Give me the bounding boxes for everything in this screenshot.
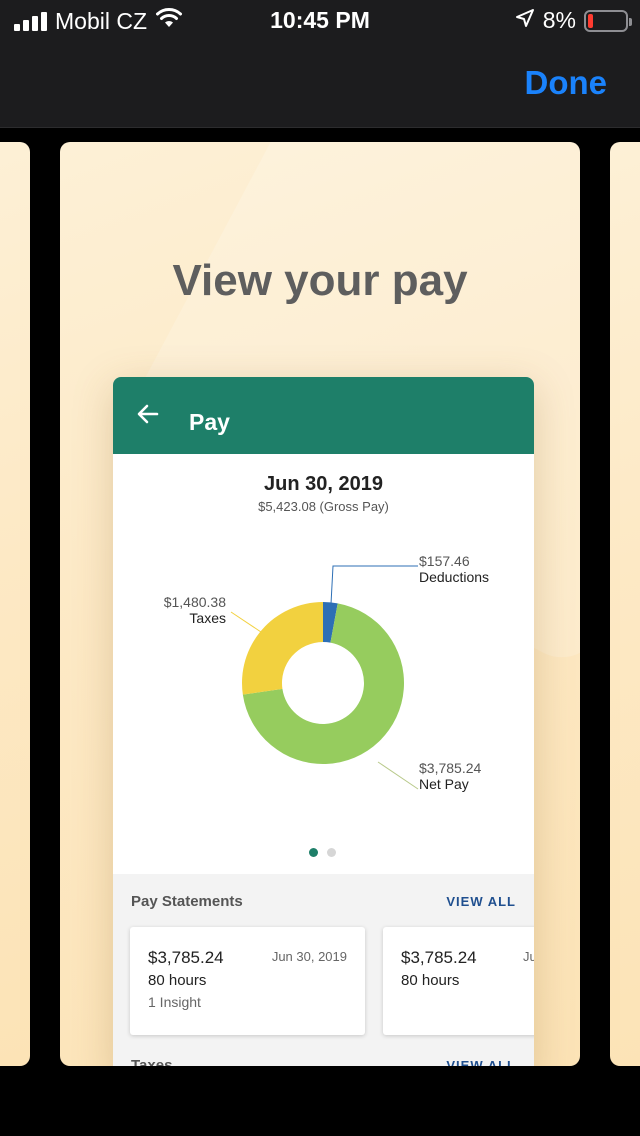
current-slide: View your pay Pay Jun 30, 2019 $5,423.08… xyxy=(60,142,580,1066)
pay-statements-section: Pay Statements VIEW ALL $3,785.24 80 hou… xyxy=(113,874,534,1066)
pager-dot-2[interactable] xyxy=(327,848,336,857)
net-pay-amount: $3,785.24 xyxy=(419,760,481,776)
battery-icon xyxy=(584,9,632,32)
bottom-area xyxy=(0,1066,640,1136)
pay-statement-card[interactable]: $3,785.24 80 hours 1 Insight Jun 30, 201… xyxy=(130,927,365,1035)
next-slide[interactable] xyxy=(610,142,640,1066)
pay-statement-card[interactable]: $3,785.24 80 hours Ju xyxy=(383,927,534,1035)
slide-title: View your pay xyxy=(172,256,468,305)
statement-date: Jun 30, 2019 xyxy=(271,949,347,964)
navigation-bar: Done xyxy=(0,40,640,128)
pay-statements-title: Pay Statements xyxy=(131,893,243,910)
onboarding-carousel[interactable]: View your pay Pay Jun 30, 2019 $5,423.08… xyxy=(0,129,640,1066)
previous-slide[interactable] xyxy=(0,142,30,1066)
statement-amount: $3,785.24 xyxy=(148,948,224,967)
pay-screen-preview: Pay Jun 30, 2019 $5,423.08 (Gross Pay) $… xyxy=(113,377,534,1066)
donut-slice-taxes xyxy=(242,602,323,695)
pay-date: Jun 30, 2019 xyxy=(264,473,383,495)
pager-dot-1[interactable] xyxy=(309,848,318,857)
statement-hours: 80 hours xyxy=(148,972,207,989)
taxes-section-title: Taxes xyxy=(131,1057,173,1066)
statement-insight: 1 Insight xyxy=(148,994,201,1010)
deductions-amount: $157.46 xyxy=(419,553,470,569)
done-button[interactable]: Done xyxy=(525,64,608,102)
deductions-label: Deductions xyxy=(419,569,489,585)
statement-amount: $3,785.24 xyxy=(401,948,477,967)
gross-pay: $5,423.08 (Gross Pay) xyxy=(258,499,389,514)
taxes-amount: $1,480.38 xyxy=(164,594,226,610)
battery-percent: 8% xyxy=(542,7,576,33)
location-icon xyxy=(515,7,535,34)
pay-header-title: Pay xyxy=(189,409,230,435)
net-pay-label: Net Pay xyxy=(419,776,469,792)
status-bar: Mobil CZ 10:45 PM 8% xyxy=(0,0,640,40)
view-all-statements-link[interactable]: VIEW ALL xyxy=(446,894,516,909)
chart-pager[interactable] xyxy=(309,848,336,857)
statement-hours: 80 hours xyxy=(401,972,460,989)
pay-header: Pay xyxy=(113,377,534,454)
pay-breakdown-donut-chart: $157.46 Deductions $1,480.38 Taxes $3,78… xyxy=(164,553,489,792)
statement-date: Ju xyxy=(523,949,534,964)
back-arrow-icon xyxy=(137,403,159,430)
view-all-taxes-link[interactable]: VIEW ALL xyxy=(446,1058,516,1066)
taxes-label: Taxes xyxy=(189,610,226,626)
